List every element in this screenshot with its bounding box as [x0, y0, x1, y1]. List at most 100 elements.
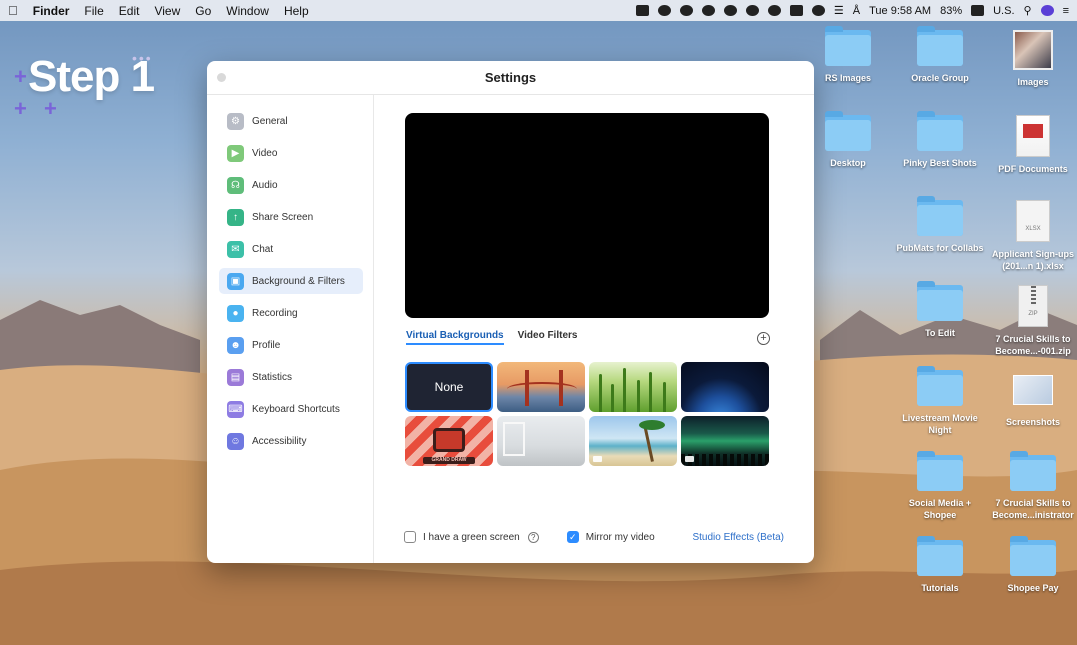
background-golden-gate[interactable]: [497, 362, 585, 412]
desktop-icon[interactable]: 7 Crucial Skills to Become...inistrator: [988, 451, 1077, 521]
bridge-cable: [507, 382, 577, 396]
chat-icon: ✉: [227, 240, 244, 258]
desktop-icon[interactable]: Oracle Group: [895, 26, 985, 84]
share-screen-icon: ↑: [227, 208, 244, 226]
palm-frond: [639, 420, 665, 430]
cloud-sync-icon[interactable]: [723, 5, 737, 16]
desktop-icon[interactable]: Screenshots: [988, 370, 1077, 428]
desktop-icon[interactable]: ZIP 7 Crucial Skills to Become...-001.zip: [988, 285, 1077, 357]
grass-blade: [623, 368, 626, 412]
apple-menu-icon[interactable]: : [8, 3, 18, 18]
desktop-icon[interactable]: PDF Documents: [988, 115, 1077, 175]
desktop-icon-label: RS Images: [824, 73, 872, 83]
sidebar-item-background-filters[interactable]: ▣ Background & Filters: [219, 268, 363, 294]
background-grand-draw[interactable]: GRAND DRAW: [405, 416, 493, 466]
sidebar-item-video[interactable]: ▶ Video: [219, 140, 363, 166]
file-type-tag: XLSX: [1025, 226, 1041, 232]
background-beach[interactable]: [589, 416, 677, 466]
file-type-tag: ZIP: [1028, 311, 1038, 317]
desktop-icon[interactable]: Tutorials: [895, 536, 985, 594]
tab-virtual-backgrounds[interactable]: Virtual Backgrounds: [406, 330, 504, 345]
creative-cloud-icon[interactable]: [767, 5, 781, 16]
mirror-video-checkbox[interactable]: ✓: [566, 531, 579, 543]
desktop-icon[interactable]: PubMats for Collabs: [895, 196, 985, 254]
sidebar-item-share-screen[interactable]: ↑ Share Screen: [219, 204, 363, 230]
tab-video-filters[interactable]: Video Filters: [518, 330, 578, 345]
green-screen-label: I have a green screen: [423, 531, 520, 543]
tv-icon: [433, 428, 465, 452]
cloud-backup-icon[interactable]: [745, 5, 759, 16]
clock[interactable]: Tue 9:58 AM: [869, 5, 931, 17]
desktop-icon[interactable]: Social Media + Shopee: [895, 451, 985, 521]
zoom-status-icon[interactable]: [635, 5, 649, 16]
background-room[interactable]: [497, 416, 585, 466]
desktop-icon[interactable]: XLSX Applicant Sign-ups (201...n 1).xlsx: [988, 200, 1077, 272]
message-icon[interactable]: [789, 5, 803, 16]
desktop-icon[interactable]: RS Images: [803, 26, 893, 84]
desktop-icon[interactable]: Desktop: [803, 111, 893, 169]
wifi-icon[interactable]: ☰: [834, 4, 844, 17]
folder-icon: [917, 536, 963, 576]
siri-icon[interactable]: [1040, 5, 1054, 16]
menu-go[interactable]: Go: [195, 4, 211, 18]
decorative-plus-icon: +: [44, 96, 57, 121]
menu-edit[interactable]: Edit: [119, 4, 140, 18]
notification-center-icon[interactable]: ≡: [1063, 5, 1069, 17]
background-none[interactable]: None: [405, 362, 493, 412]
desktop-icon[interactable]: To Edit: [895, 281, 985, 339]
sidebar-item-keyboard-shortcuts[interactable]: ⌨ Keyboard Shortcuts: [219, 396, 363, 422]
settings-sidebar: ⚙ General ▶ Video ☊ Audio ↑ Share Screen ✉ Chat ▣ B…: [207, 95, 374, 563]
sidebar-item-profile[interactable]: ☻ Profile: [219, 332, 363, 358]
xlsx-file-icon: XLSX: [1016, 200, 1050, 242]
menu-file[interactable]: File: [84, 4, 103, 18]
desktop-icon[interactable]: Shopee Pay: [988, 536, 1077, 594]
shield-icon[interactable]: [679, 5, 693, 16]
sidebar-item-statistics[interactable]: ▤ Statistics: [219, 364, 363, 390]
background-aurora[interactable]: [681, 416, 769, 466]
green-screen-checkbox[interactable]: [404, 531, 416, 543]
add-background-button[interactable]: +: [757, 332, 770, 345]
spotlight-search-icon[interactable]: ⚲: [1024, 4, 1032, 17]
window-titlebar[interactable]: Settings: [207, 61, 814, 95]
record-icon: ●: [227, 304, 244, 322]
folder-icon: [917, 196, 963, 236]
studio-effects-link[interactable]: Studio Effects (Beta): [692, 532, 784, 543]
grass-blade: [663, 382, 666, 412]
sidebar-item-chat[interactable]: ✉ Chat: [219, 236, 363, 262]
cloud-upload-icon[interactable]: [701, 5, 715, 16]
sidebar-item-label: General: [252, 115, 288, 127]
sidebar-item-label: Keyboard Shortcuts: [252, 403, 340, 415]
background-earth[interactable]: [681, 362, 769, 412]
sidebar-item-recording[interactable]: ● Recording: [219, 300, 363, 326]
sidebar-item-audio[interactable]: ☊ Audio: [219, 172, 363, 198]
input-source[interactable]: U.S.: [993, 5, 1014, 17]
battery-percentage[interactable]: 83%: [940, 5, 962, 17]
background-options: I have a green screen ? ✓ Mirror my vide…: [404, 531, 784, 543]
sidebar-item-label: Video: [252, 147, 278, 159]
menu-view[interactable]: View: [154, 4, 180, 18]
desktop-icon[interactable]: Images: [988, 30, 1077, 88]
menu-window[interactable]: Window: [226, 4, 269, 18]
desktop-icon[interactable]: Pinky Best Shots: [895, 111, 985, 169]
zip-file-icon: ZIP: [1018, 285, 1048, 327]
evernote-icon[interactable]: [657, 5, 671, 16]
folder-icon: [1010, 451, 1056, 491]
sidebar-item-accessibility[interactable]: ☺ Accessibility: [219, 428, 363, 454]
desktop-icon[interactable]: Livestream Movie Night: [895, 366, 985, 436]
close-window-button[interactable]: [217, 73, 226, 82]
menu-finder[interactable]: Finder: [33, 4, 70, 18]
room-window: [503, 422, 525, 456]
background-grass[interactable]: [589, 362, 677, 412]
sidebar-item-label: Share Screen: [252, 211, 314, 223]
sidebar-item-general[interactable]: ⚙ General: [219, 108, 363, 134]
sidebar-item-label: Audio: [252, 179, 278, 191]
volume-icon[interactable]: [811, 5, 825, 16]
decorative-dots: •••: [132, 50, 153, 66]
accessibility-icon: ☺: [227, 432, 244, 450]
battery-icon[interactable]: [971, 5, 985, 16]
help-icon[interactable]: ?: [527, 531, 539, 543]
folder-icon: [917, 281, 963, 321]
bluetooth-icon[interactable]: Å: [853, 5, 860, 17]
video-background-icon: [593, 456, 602, 462]
menu-help[interactable]: Help: [284, 4, 309, 18]
